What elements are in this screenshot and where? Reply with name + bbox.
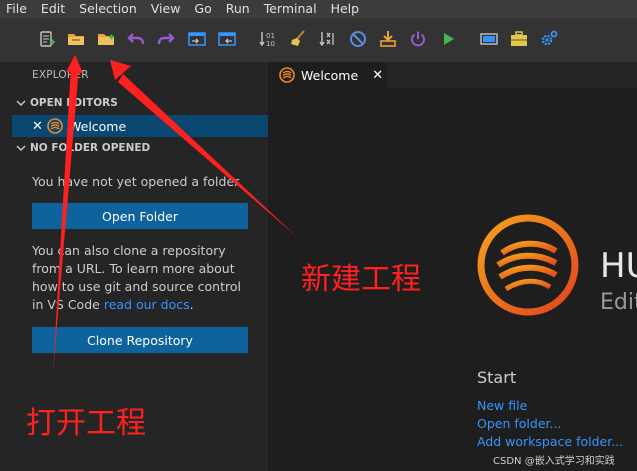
no-folder-label: NO FOLDER OPENED [30,142,151,154]
gear-network-icon[interactable] [538,28,560,50]
sort-numbers-icon[interactable]: 01 10 [257,28,279,50]
menu-run[interactable]: Run [219,0,257,18]
menu-selection[interactable]: Selection [72,0,144,18]
svg-text:01: 01 [266,32,275,40]
clone-repository-button[interactable]: Clone Repository [32,327,248,353]
window-out-icon[interactable] [216,28,238,50]
chevron-down-icon [16,100,26,106]
clone-help-end: . [189,297,194,312]
annotation-open-project: 打开工程 [26,406,146,441]
menu-bar: File Edit Selection View Go Run Terminal… [0,0,637,18]
broom-icon[interactable] [287,28,309,50]
toolbox-icon[interactable] [508,28,530,50]
no-folder-header[interactable]: NO FOLDER OPENED [0,139,268,157]
close-icon[interactable]: ✕ [32,119,44,134]
download-icon[interactable] [377,28,399,50]
open-folder-button[interactable]: Open Folder [32,203,248,229]
open-folder-icon[interactable] [65,28,87,50]
undo-icon[interactable] [125,28,147,50]
menu-help[interactable]: Help [324,0,367,18]
stop-circle-icon[interactable] [347,28,369,50]
debug-tools-icon[interactable] [317,28,339,50]
chevron-down-icon [16,145,26,151]
redo-icon[interactable] [155,28,177,50]
open-editor-item-welcome[interactable]: ✕ Welcome [12,115,268,137]
run-icon[interactable] [437,28,459,50]
annotation-new-project: 新建工程 [301,262,421,297]
open-editor-label: Welcome [69,118,127,134]
clone-help-text: You can also clone a repository from a U… [32,242,254,314]
open-editors-label: OPEN EDITORS [30,97,118,109]
welcome-logo-icon [279,67,295,83]
new-file-link[interactable]: New file [477,398,527,413]
no-folder-message: You have not yet opened a folder. [32,174,243,189]
menu-view[interactable]: View [144,0,188,18]
tab-welcome[interactable]: Welcome ✕ [268,62,386,88]
explorer-title: EXPLORER [32,69,89,81]
welcome-logo-icon [47,118,63,134]
add-workspace-folder-link[interactable]: Add workspace folder... [477,434,623,449]
tab-welcome-label: Welcome [301,67,359,83]
watermark: CSDN @嵌入式学习和实践 [493,456,615,467]
editor-tabs: Welcome ✕ [268,62,637,88]
open-folder-link[interactable]: Open folder... [477,416,561,431]
start-heading: Start [477,368,517,387]
brand-title: HU [600,246,637,286]
window-in-icon[interactable] [186,28,208,50]
menu-file[interactable]: File [0,0,34,18]
menu-edit[interactable]: Edit [34,0,72,18]
toolbar: 01 10 [0,18,637,62]
open-editors-header[interactable]: OPEN EDITORS [0,94,268,112]
power-icon[interactable] [407,28,429,50]
svg-text:10: 10 [266,40,275,48]
device-icon[interactable] [478,28,500,50]
close-icon[interactable]: ✕ [372,68,383,83]
new-file-icon[interactable] [36,28,58,50]
read-docs-link[interactable]: read our docs [104,297,190,312]
brand-logo-icon [477,214,579,316]
brand-subtitle: Edit [600,290,637,315]
new-folder-icon[interactable] [95,28,117,50]
menu-go[interactable]: Go [187,0,218,18]
menu-terminal[interactable]: Terminal [257,0,324,18]
